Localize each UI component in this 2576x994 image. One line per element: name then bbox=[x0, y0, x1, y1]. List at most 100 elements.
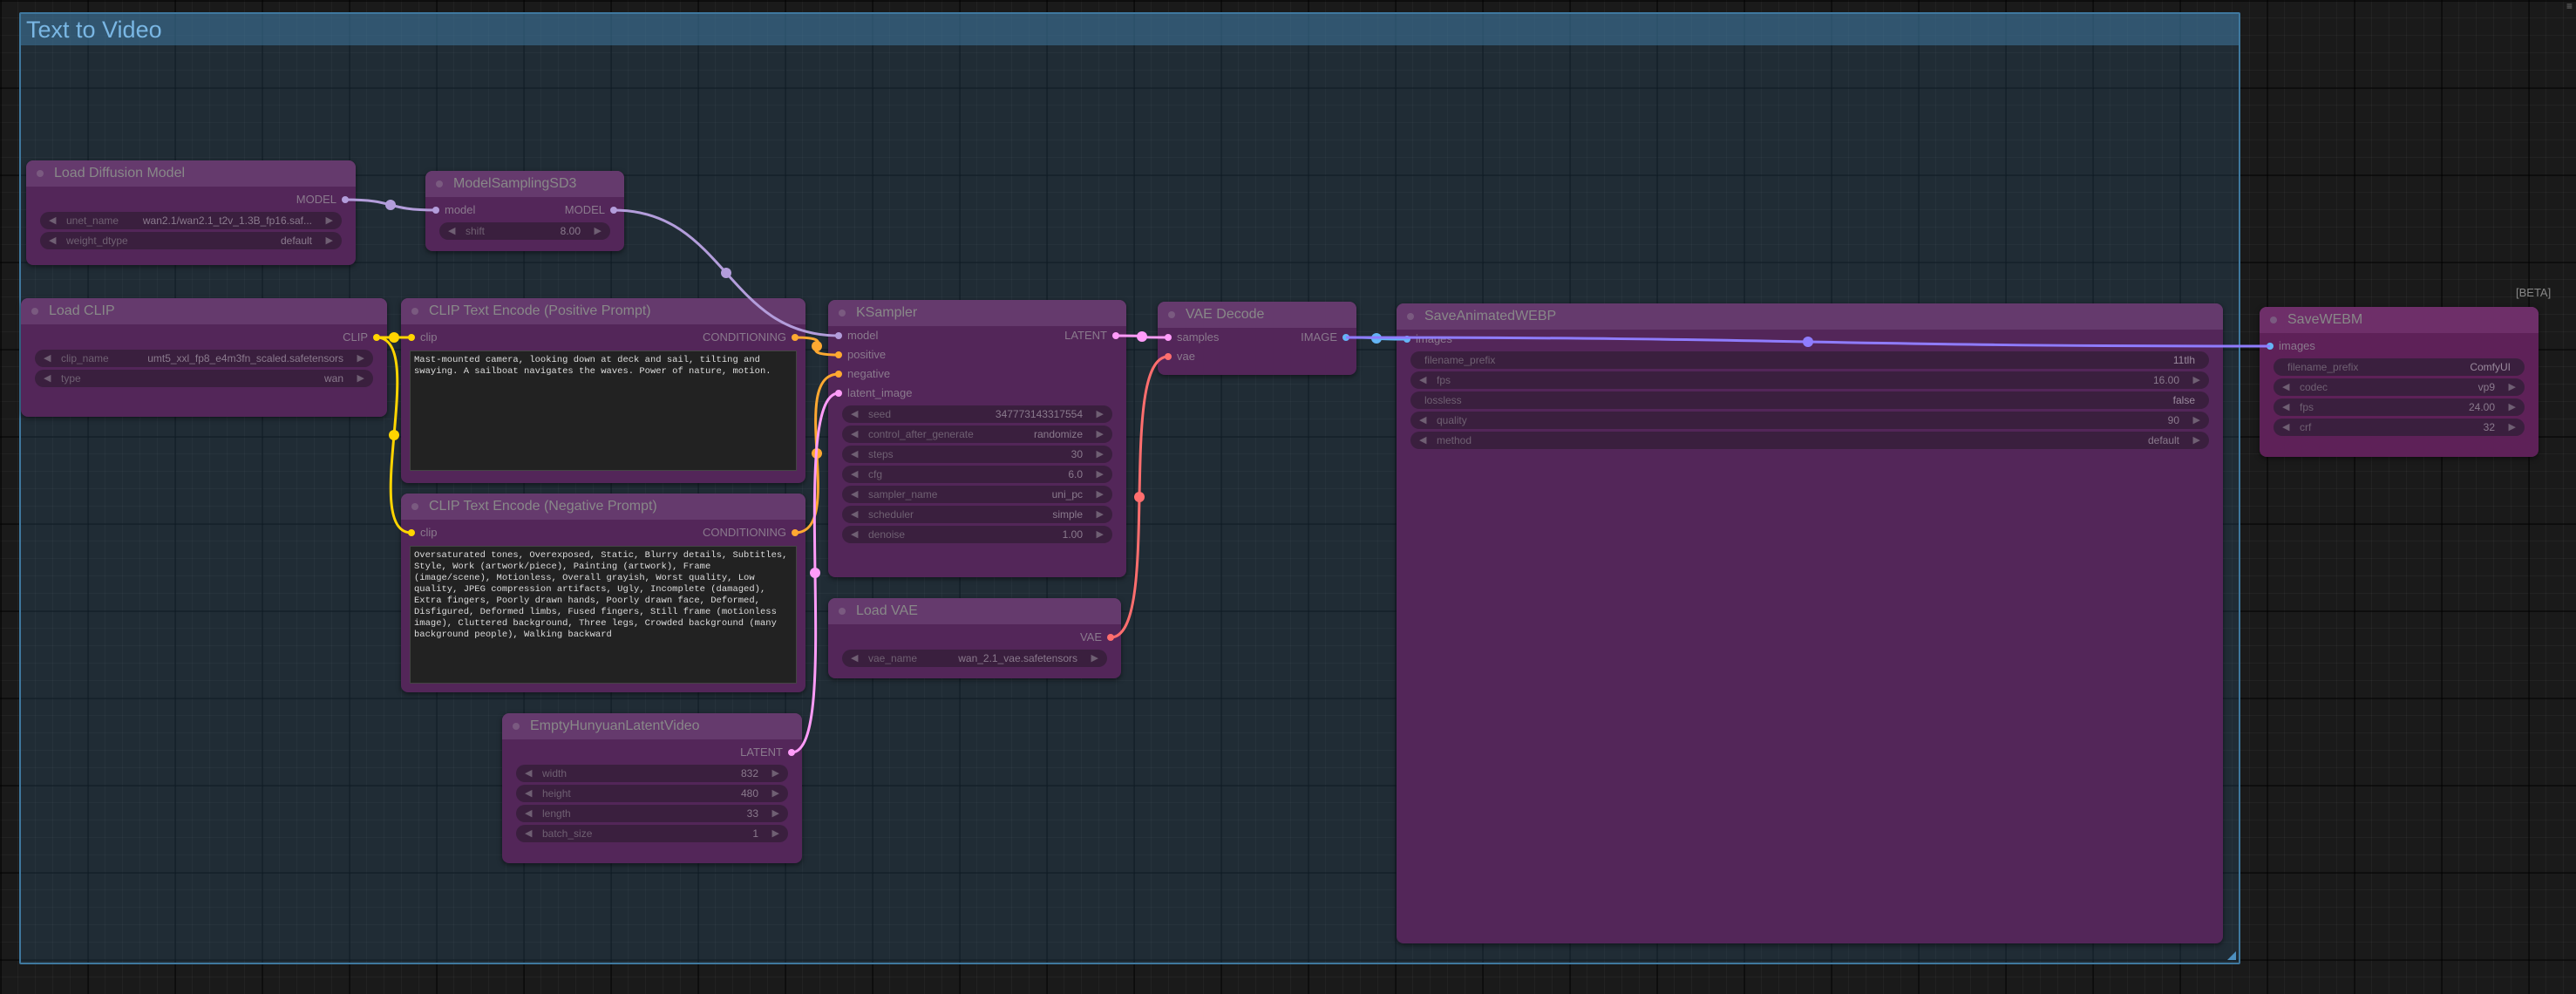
prompt-textarea-positive[interactable]: Mast-mounted camera, looking down at dec… bbox=[410, 351, 797, 471]
arrow-right-icon[interactable]: ▶ bbox=[326, 232, 333, 249]
arrow-right-icon[interactable]: ▶ bbox=[2509, 419, 2516, 436]
node-ksampler[interactable]: KSampler model LATENT positive negative … bbox=[828, 300, 1126, 577]
arrow-left-icon[interactable]: ◀ bbox=[851, 426, 858, 443]
arrow-right-icon[interactable]: ▶ bbox=[1097, 405, 1104, 423]
input-slot-clip[interactable] bbox=[408, 529, 415, 536]
widget-width[interactable]: ◀ width 832 ▶ bbox=[516, 765, 788, 782]
output-slot-latent[interactable] bbox=[1112, 332, 1119, 339]
widget-control-after-generate[interactable]: ◀ control_after_generate randomize ▶ bbox=[842, 426, 1112, 443]
node-load-diffusion-model[interactable]: Load Diffusion Model MODEL ◀ unet_name wan… bbox=[26, 160, 356, 265]
input-slot-positive[interactable] bbox=[835, 351, 842, 358]
widget-height[interactable]: ◀ height 480 ▶ bbox=[516, 785, 788, 802]
arrow-right-icon[interactable]: ▶ bbox=[1091, 650, 1098, 667]
node-title-bar[interactable]: CLIP Text Encode (Negative Prompt) bbox=[401, 494, 805, 520]
arrow-left-icon[interactable]: ◀ bbox=[525, 825, 532, 842]
arrow-right-icon[interactable]: ▶ bbox=[772, 765, 779, 782]
node-empty-hunyuan-latent-video[interactable]: EmptyHunyuanLatentVideo LATENT ◀ width 832… bbox=[502, 713, 802, 863]
widget-lossless[interactable]: lossless false bbox=[1410, 391, 2209, 409]
arrow-right-icon[interactable]: ▶ bbox=[1097, 506, 1104, 523]
collapse-dot[interactable] bbox=[37, 170, 44, 177]
widget-fps[interactable]: ◀ fps 24.00 ▶ bbox=[2274, 398, 2525, 416]
arrow-right-icon[interactable]: ▶ bbox=[1097, 446, 1104, 463]
widget-fps[interactable]: ◀ fps 16.00 ▶ bbox=[1410, 371, 2209, 389]
output-slot-model[interactable] bbox=[610, 207, 617, 214]
output-slot-latent[interactable] bbox=[788, 749, 795, 756]
collapse-dot[interactable] bbox=[1407, 313, 1414, 320]
output-slot-image[interactable] bbox=[1342, 334, 1349, 341]
arrow-right-icon[interactable]: ▶ bbox=[1097, 466, 1104, 483]
group-resize-handle[interactable] bbox=[2227, 951, 2236, 960]
node-title-bar[interactable]: KSampler bbox=[828, 300, 1126, 326]
arrow-right-icon[interactable]: ▶ bbox=[2193, 371, 2200, 389]
arrow-left-icon[interactable]: ◀ bbox=[851, 650, 858, 667]
collapse-dot[interactable] bbox=[31, 308, 38, 315]
arrow-right-icon[interactable]: ▶ bbox=[595, 222, 602, 240]
widget-unet-name[interactable]: ◀ unet_name wan2.1/wan2.1_t2v_1.3B_fp16.sa… bbox=[40, 212, 342, 229]
arrow-left-icon[interactable]: ◀ bbox=[851, 486, 858, 503]
widget-cfg[interactable]: ◀ cfg 6.0 ▶ bbox=[842, 466, 1112, 483]
output-slot-conditioning[interactable] bbox=[792, 529, 799, 536]
node-title-bar[interactable]: Load CLIP bbox=[21, 298, 387, 324]
collapse-dot[interactable] bbox=[411, 308, 418, 315]
collapse-dot[interactable] bbox=[513, 723, 520, 730]
node-load-clip[interactable]: Load CLIP CLIP ◀ clip_name umt5_xxl_fp8_e4… bbox=[21, 298, 387, 417]
node-load-vae[interactable]: Load VAE VAE ◀ vae_name wan_2.1_vae.safete… bbox=[828, 598, 1121, 678]
input-slot-latent-image[interactable] bbox=[835, 390, 842, 397]
output-slot-clip[interactable] bbox=[373, 334, 380, 341]
arrow-right-icon[interactable]: ▶ bbox=[772, 805, 779, 822]
widget-vae-name[interactable]: ◀ vae_name wan_2.1_vae.safetensors ▶ bbox=[842, 650, 1107, 667]
input-slot-vae[interactable] bbox=[1165, 353, 1172, 360]
arrow-left-icon[interactable]: ◀ bbox=[851, 506, 858, 523]
node-title-bar[interactable]: ModelSamplingSD3 bbox=[425, 171, 624, 197]
widget-steps[interactable]: ◀ steps 30 ▶ bbox=[842, 446, 1112, 463]
arrow-left-icon[interactable]: ◀ bbox=[1419, 432, 1426, 449]
arrow-right-icon[interactable]: ▶ bbox=[357, 350, 364, 367]
widget-filename-prefix[interactable]: filename_prefix 11tlh bbox=[1410, 351, 2209, 369]
arrow-right-icon[interactable]: ▶ bbox=[2509, 398, 2516, 416]
widget-length[interactable]: ◀ length 33 ▶ bbox=[516, 805, 788, 822]
node-save-animated-webp[interactable]: SaveAnimatedWEBP images filename_prefix 1… bbox=[1397, 303, 2223, 943]
input-slot-model[interactable] bbox=[432, 207, 439, 214]
output-slot-model[interactable] bbox=[342, 196, 349, 203]
node-title-bar[interactable]: VAE Decode bbox=[1158, 302, 1356, 328]
arrow-left-icon[interactable]: ◀ bbox=[851, 466, 858, 483]
arrow-right-icon[interactable]: ▶ bbox=[1097, 486, 1104, 503]
node-model-sampling-sd3[interactable]: ModelSamplingSD3 model MODEL ◀ shift 8.00 ▶ bbox=[425, 171, 624, 251]
arrow-left-icon[interactable]: ◀ bbox=[448, 222, 455, 240]
arrow-left-icon[interactable]: ◀ bbox=[1419, 412, 1426, 429]
arrow-left-icon[interactable]: ◀ bbox=[49, 232, 56, 249]
node-title-bar[interactable]: CLIP Text Encode (Positive Prompt) bbox=[401, 298, 805, 324]
arrow-left-icon[interactable]: ◀ bbox=[851, 446, 858, 463]
arrow-left-icon[interactable]: ◀ bbox=[49, 212, 56, 229]
arrow-right-icon[interactable]: ▶ bbox=[2509, 378, 2516, 396]
widget-codec[interactable]: ◀ codec vp9 ▶ bbox=[2274, 378, 2525, 396]
arrow-left-icon[interactable]: ◀ bbox=[2282, 398, 2289, 416]
node-title-bar[interactable]: Load Diffusion Model bbox=[26, 160, 356, 187]
collapse-dot[interactable] bbox=[839, 310, 846, 317]
arrow-left-icon[interactable]: ◀ bbox=[2282, 419, 2289, 436]
arrow-right-icon[interactable]: ▶ bbox=[1097, 426, 1104, 443]
node-clip-text-encode-positive[interactable]: CLIP Text Encode (Positive Prompt) clip … bbox=[401, 298, 805, 483]
collapse-dot[interactable] bbox=[2270, 317, 2277, 323]
widget-method[interactable]: ◀ method default ▶ bbox=[1410, 432, 2209, 449]
widget-weight-dtype[interactable]: ◀ weight_dtype default ▶ bbox=[40, 232, 342, 249]
node-save-webm[interactable]: SaveWEBM images filename_prefix ComfyUI ◀… bbox=[2260, 307, 2539, 457]
arrow-left-icon[interactable]: ◀ bbox=[525, 765, 532, 782]
arrow-right-icon[interactable]: ▶ bbox=[357, 370, 364, 387]
arrow-left-icon[interactable]: ◀ bbox=[1419, 371, 1426, 389]
input-slot-samples[interactable] bbox=[1165, 334, 1172, 341]
node-vae-decode[interactable]: VAE Decode samples IMAGE vae bbox=[1158, 302, 1356, 375]
arrow-right-icon[interactable]: ▶ bbox=[772, 785, 779, 802]
input-slot-clip[interactable] bbox=[408, 334, 415, 341]
widget-crf[interactable]: ◀ crf 32 ▶ bbox=[2274, 419, 2525, 436]
node-clip-text-encode-negative[interactable]: CLIP Text Encode (Negative Prompt) clip … bbox=[401, 494, 805, 692]
arrow-left-icon[interactable]: ◀ bbox=[44, 370, 51, 387]
collapse-dot[interactable] bbox=[1168, 311, 1175, 318]
node-title-bar[interactable]: SaveAnimatedWEBP bbox=[1397, 303, 2223, 330]
widget-type[interactable]: ◀ type wan ▶ bbox=[35, 370, 373, 387]
widget-batch-size[interactable]: ◀ batch_size 1 ▶ bbox=[516, 825, 788, 842]
input-slot-model[interactable] bbox=[835, 332, 842, 339]
widget-scheduler[interactable]: ◀ scheduler simple ▶ bbox=[842, 506, 1112, 523]
widget-shift[interactable]: ◀ shift 8.00 ▶ bbox=[439, 222, 610, 240]
arrow-right-icon[interactable]: ▶ bbox=[2193, 432, 2200, 449]
